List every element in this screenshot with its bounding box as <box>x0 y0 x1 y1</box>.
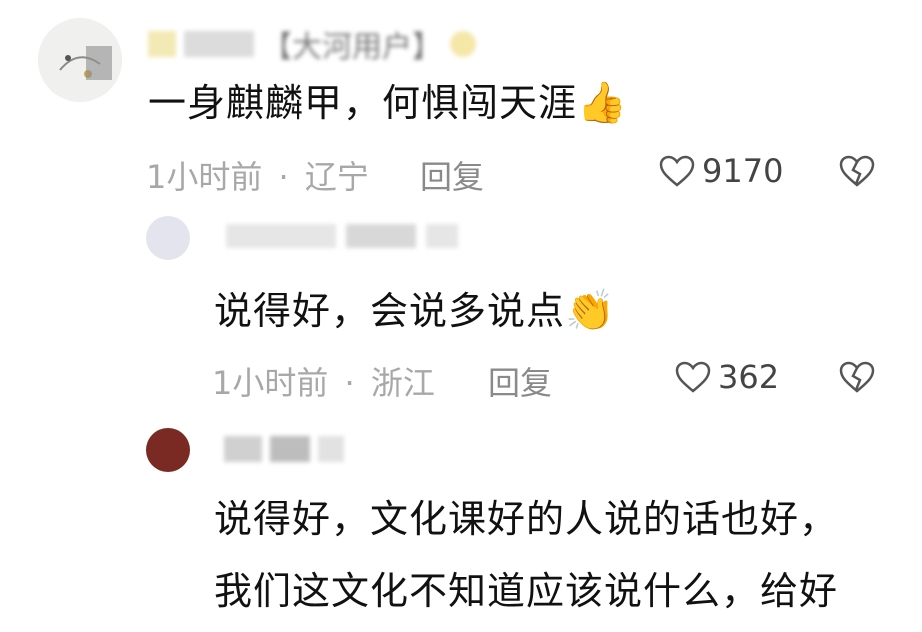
avatar[interactable] <box>146 428 190 472</box>
comment-text-line: 说得好，文化课好的人说的话也好， <box>214 497 839 541</box>
username[interactable] <box>216 224 458 248</box>
like-button[interactable]: 362 <box>674 358 779 396</box>
location: 辽宁 <box>304 158 369 196</box>
timestamp: 1小时前 <box>212 364 329 402</box>
heart-icon <box>658 154 696 188</box>
dislike-icon[interactable] <box>838 154 876 188</box>
comment-text-line: 我们这文化不知道应该说什么，给好 <box>214 569 839 613</box>
clapping-hands-icon: 👏 <box>565 288 616 334</box>
like-button[interactable]: 9170 <box>658 152 783 190</box>
location: 浙江 <box>370 364 435 402</box>
reply-button[interactable]: 回复 <box>488 358 552 404</box>
username[interactable] <box>216 436 344 462</box>
comment-meta: 1小时前 · 辽宁 <box>146 152 369 198</box>
comment-meta: 1小时前 · 浙江 <box>212 358 435 404</box>
dislike-icon[interactable] <box>838 360 876 394</box>
avatar[interactable] <box>38 18 122 102</box>
separator: · <box>278 158 289 196</box>
comment-text: 一身麒麟甲，何惧闯天涯👍 <box>148 80 628 126</box>
reply-button[interactable]: 回复 <box>420 152 484 198</box>
comment-text: 说得好，会说多说点👏 <box>214 288 616 334</box>
heart-icon <box>674 360 712 394</box>
username[interactable]: 【大河用户】 <box>148 22 476 66</box>
avatar[interactable] <box>146 216 190 260</box>
separator: · <box>344 364 355 402</box>
thumbs-up-icon: 👍 <box>577 80 628 126</box>
like-count: 362 <box>718 358 780 396</box>
like-count: 9170 <box>702 152 784 190</box>
timestamp: 1小时前 <box>146 158 263 196</box>
